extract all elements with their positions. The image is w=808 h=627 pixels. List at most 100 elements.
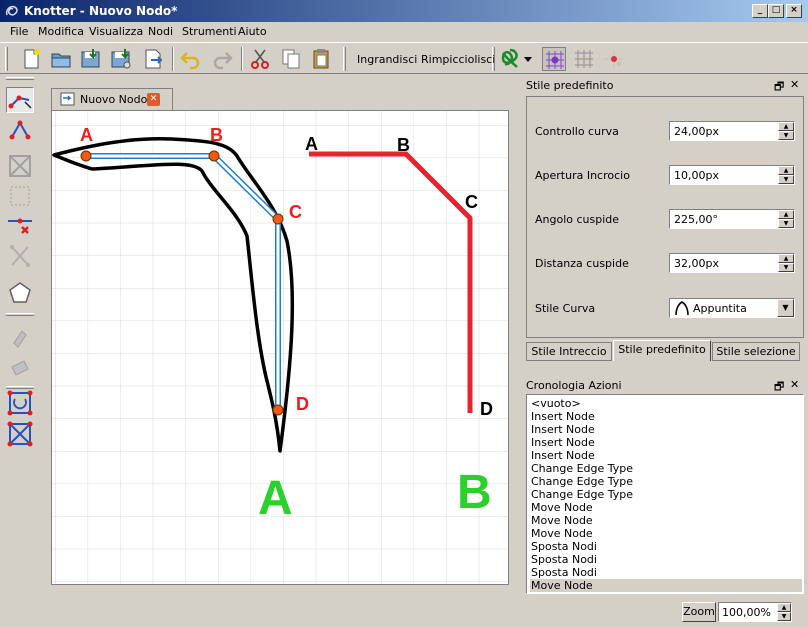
history-dock-header: Cronologia Azioni 🗗 ✕ — [524, 376, 806, 394]
history-item[interactable]: Sposta Nodi — [530, 566, 802, 579]
paste-icon[interactable] — [309, 47, 333, 71]
menu-bar: File Modifica Visualizza Nodi Strumenti … — [0, 22, 808, 41]
menu-strumenti[interactable]: Strumenti — [182, 25, 237, 38]
zoom-spinbox[interactable]: 100,00% ▲ ▼ — [718, 602, 792, 622]
polygon-icon[interactable] — [6, 280, 34, 306]
minimize-button[interactable]: _ — [752, 4, 768, 18]
curve-style-select[interactable]: Appuntita ▼ — [669, 298, 795, 318]
history-item[interactable]: Move Node — [530, 514, 802, 527]
style-dock-title: Stile predefinito — [526, 79, 614, 92]
toolbar-grip[interactable] — [343, 47, 346, 71]
tab-stile-intreccio[interactable]: Stile Intreccio — [526, 342, 612, 361]
spin-down-icon[interactable]: ▼ — [778, 175, 794, 184]
zoom-out-button[interactable]: Rimpicciolisci — [421, 53, 495, 66]
cusp-distance-spinbox[interactable]: 32,00px ▲ ▼ — [669, 253, 795, 273]
undo-icon[interactable] — [179, 47, 203, 71]
connect-nodes-icon[interactable] — [6, 153, 34, 179]
merge-nodes-icon[interactable] — [6, 243, 34, 269]
snap-to-grid-icon[interactable] — [542, 47, 566, 71]
node-b-left[interactable] — [208, 150, 220, 162]
erase-edge-icon[interactable] — [6, 213, 34, 239]
float-dock-icon[interactable]: 🗗 — [774, 78, 784, 97]
history-item[interactable]: Change Edge Type — [530, 488, 802, 501]
node-c-left[interactable] — [272, 213, 284, 225]
history-item[interactable]: Move Node — [530, 527, 802, 540]
disconnect-nodes-icon[interactable] — [6, 183, 34, 209]
menu-aiuto[interactable]: Aiuto — [238, 25, 267, 38]
close-dock-icon[interactable]: ✕ — [790, 378, 799, 391]
crossing-gap-row: Apertura Incrocio 10,00px ▲ ▼ — [527, 165, 805, 187]
spin-down-icon[interactable]: ▼ — [778, 131, 794, 140]
chevron-down-icon[interactable] — [522, 47, 534, 71]
close-window-button[interactable]: × — [786, 4, 802, 18]
node-tool-icon[interactable] — [602, 47, 626, 71]
history-item[interactable]: <vuoto> — [530, 397, 802, 410]
node-a-left[interactable] — [80, 150, 92, 162]
cusp-angle-spinbox[interactable]: 225,00° ▲ ▼ — [669, 209, 795, 229]
history-item[interactable]: Insert Node — [530, 410, 802, 423]
toolbar-grip[interactable] — [5, 47, 8, 71]
spin-up-icon[interactable]: ▲ — [778, 166, 794, 175]
caption-left: A — [258, 472, 293, 525]
menu-visualizza[interactable]: Visualizza — [89, 25, 143, 38]
history-item[interactable]: Insert Node — [530, 436, 802, 449]
history-item[interactable]: Insert Node — [530, 449, 802, 462]
save-icon[interactable] — [79, 47, 103, 71]
new-file-icon[interactable] — [19, 47, 43, 71]
edge-loop-icon[interactable] — [6, 117, 34, 143]
toolbar-grip[interactable] — [6, 77, 34, 80]
node-d-left[interactable] — [272, 404, 284, 416]
grid-icon[interactable] — [572, 47, 596, 71]
curve-control-label: Controllo curva — [535, 125, 619, 138]
style-properties: Controllo curva 24,00px ▲ ▼ Apertura Inc… — [526, 96, 804, 338]
close-dock-icon[interactable]: ✕ — [790, 78, 799, 91]
chevron-down-icon[interactable]: ▼ — [777, 299, 794, 317]
spin-up-icon[interactable]: ▲ — [778, 254, 794, 263]
history-item[interactable]: Sposta Nodi — [530, 540, 802, 553]
history-list[interactable]: <vuoto> Insert Node Insert Node Insert N… — [526, 394, 804, 594]
history-item[interactable]: Insert Node — [530, 423, 802, 436]
maximize-button[interactable]: □ — [768, 4, 784, 18]
menu-nodi[interactable]: Nodi — [148, 25, 173, 38]
export-icon[interactable] — [141, 47, 165, 71]
history-item[interactable]: Sposta Nodi — [530, 553, 802, 566]
crossing-gap-label: Apertura Incrocio — [535, 169, 630, 182]
zoom-in-button[interactable]: Ingrandisci — [357, 53, 417, 66]
curve-control-spinbox[interactable]: 24,00px ▲ ▼ — [669, 121, 795, 141]
history-item[interactable]: Change Edge Type — [530, 462, 802, 475]
toolbar-grip[interactable] — [6, 313, 34, 316]
toolbar-grip[interactable] — [492, 47, 495, 71]
spin-up-icon[interactable]: ▲ — [777, 603, 791, 612]
knot-style-icon[interactable] — [498, 47, 522, 71]
flip-vertical-icon[interactable] — [6, 355, 34, 381]
tab-stile-selezione[interactable]: Stile selezione — [712, 342, 800, 361]
grid-knot-icon[interactable] — [6, 421, 34, 447]
crossing-gap-spinbox[interactable]: 10,00px ▲ ▼ — [669, 165, 795, 185]
open-file-icon[interactable] — [49, 47, 73, 71]
edit-graph-icon[interactable] — [6, 87, 34, 113]
history-item[interactable]: Change Edge Type — [530, 475, 802, 488]
menu-file[interactable]: File — [10, 25, 28, 38]
history-item[interactable]: Move Node — [530, 501, 802, 514]
spin-up-icon[interactable]: ▲ — [778, 122, 794, 131]
spin-up-icon[interactable]: ▲ — [778, 210, 794, 219]
refresh-knot-icon[interactable] — [6, 390, 34, 416]
window-title: Knotter - Nuovo Nodo* — [24, 4, 178, 18]
tab-nuovo-nodo[interactable]: Nuovo Nodo ✕ — [51, 88, 173, 110]
toolbar-grip[interactable] — [6, 386, 34, 389]
tab-stile-predefinito[interactable]: Stile predefinito — [613, 340, 711, 361]
flip-horizontal-icon[interactable] — [6, 325, 34, 351]
spin-down-icon[interactable]: ▼ — [778, 219, 794, 228]
node-label-b-left: B — [210, 125, 223, 145]
spin-down-icon[interactable]: ▼ — [778, 263, 794, 272]
save-as-icon[interactable] — [109, 47, 133, 71]
zoom-button[interactable]: Zoom — [682, 602, 716, 622]
knot-canvas[interactable]: A B C D A B C D A B — [51, 110, 509, 585]
copy-icon[interactable] — [279, 47, 303, 71]
spin-down-icon[interactable]: ▼ — [777, 612, 791, 621]
menu-modifica[interactable]: Modifica — [38, 25, 84, 38]
redo-icon[interactable] — [210, 47, 234, 71]
history-item-selected[interactable]: Move Node — [530, 579, 802, 592]
cut-icon[interactable] — [248, 47, 272, 71]
close-tab-icon[interactable]: ✕ — [147, 93, 160, 106]
